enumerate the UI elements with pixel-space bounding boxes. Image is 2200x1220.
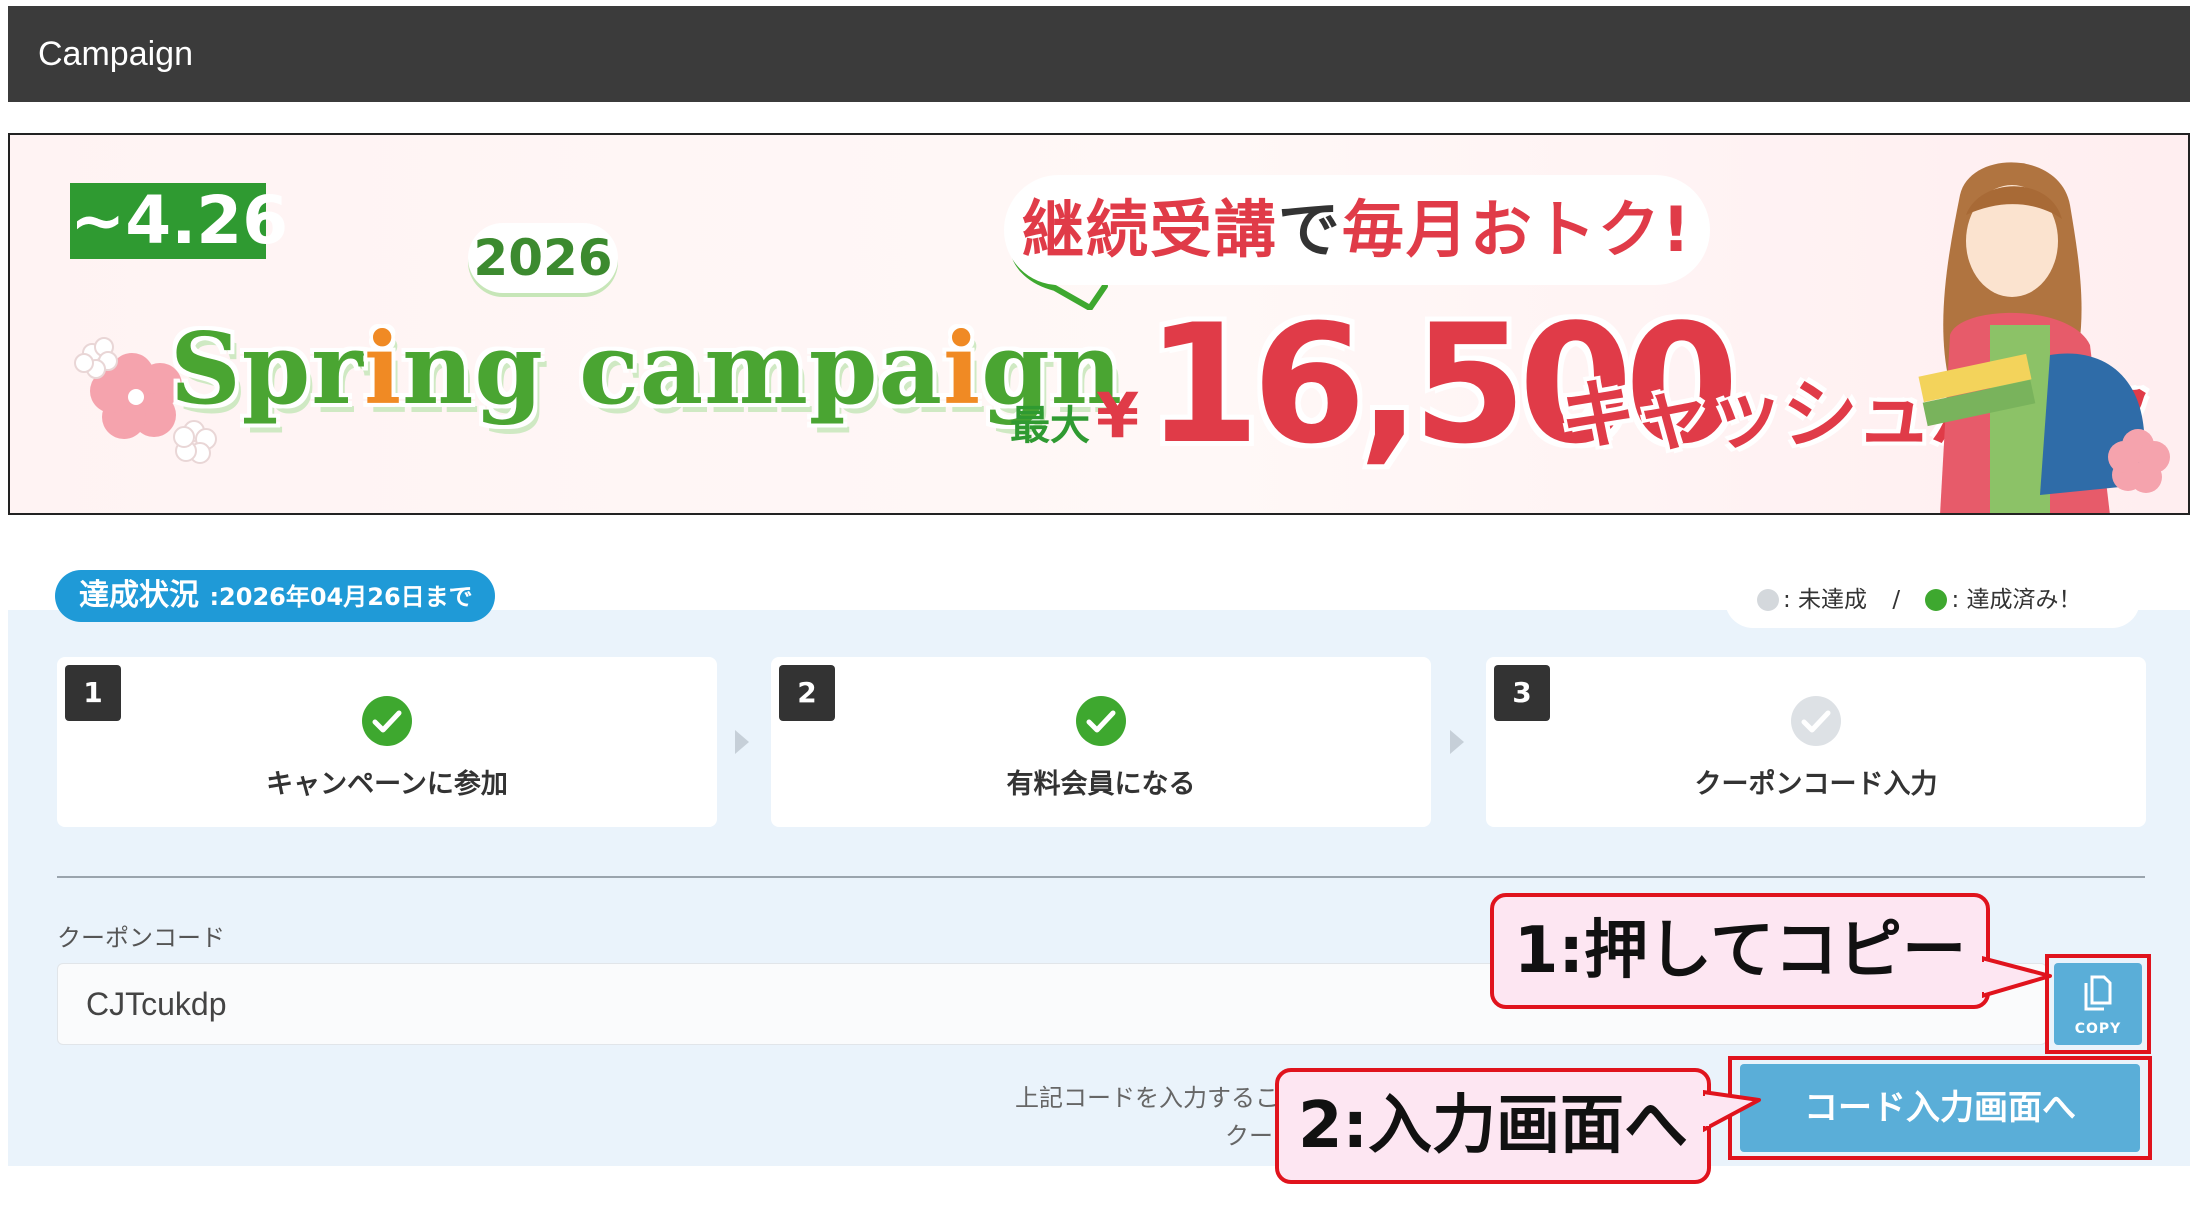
step-number: 2 [779,665,835,721]
check-done-icon [1076,696,1126,746]
step-label: キャンペーンに参加 [266,769,508,800]
step-arrow-icon [1450,730,1464,754]
cashback-amount: 16,500 [1146,289,1739,480]
section-divider [57,876,2145,878]
campaign-banner[interactable]: ~4.26 2026 Spring campaign 継続受講で毎月おトク! 最… [8,133,2190,515]
step-card-coupon-entry: 3 クーポンコード入力 [1486,657,2146,827]
step-number: 3 [1494,665,1550,721]
step-label: 有料会員になる [1006,769,1196,800]
student-illustration-icon [1918,162,2170,513]
page-title: Campaign [38,35,193,73]
step-number: 1 [65,665,121,721]
deadline-badge: ~4.26 [70,182,289,259]
copy-icon [2084,975,2112,1011]
callout-pointer-icon [1982,956,2052,998]
max-label: 最大 [1010,403,1090,449]
callout-pointer-icon [1703,1090,1761,1132]
check-pending-icon [1791,696,1841,746]
step-label: クーポンコード入力 [1694,769,1938,800]
copy-button-label: COPY [2074,1021,2122,1037]
done-dot-icon [1925,589,1948,611]
instruction-note: 上記コードを入力するこ [1015,1084,1279,1112]
check-done-icon [362,696,412,746]
coupon-code-label: クーポンコード [57,924,225,952]
campaign-year: 2026 [468,223,618,293]
go-to-code-entry-button[interactable]: コード入力画面へ [1740,1064,2140,1152]
page-header: Campaign [8,6,2190,102]
step-card-join: 1 キャンペーンに参加 [57,657,717,827]
instruction-note-line2: クー [1225,1122,1273,1150]
step-arrow-icon [735,730,749,754]
achievement-status-pill: 達成状況 :2026年04月26日まで [55,570,495,622]
speech-bubble: 継続受講で毎月おトク! [1004,175,1710,285]
campaign-title: Spring campaign [170,312,1123,427]
callout-copy: 1:押してコピー [1490,893,1990,1009]
step-card-paid-member: 2 有料会員になる [771,657,1431,827]
pending-dot-icon [1757,589,1779,611]
status-legend: : 未達成 / : 達成済み！ [1725,572,2140,628]
callout-entry: 2:入力画面へ [1275,1068,1711,1184]
copy-button[interactable]: COPY [2054,963,2142,1045]
